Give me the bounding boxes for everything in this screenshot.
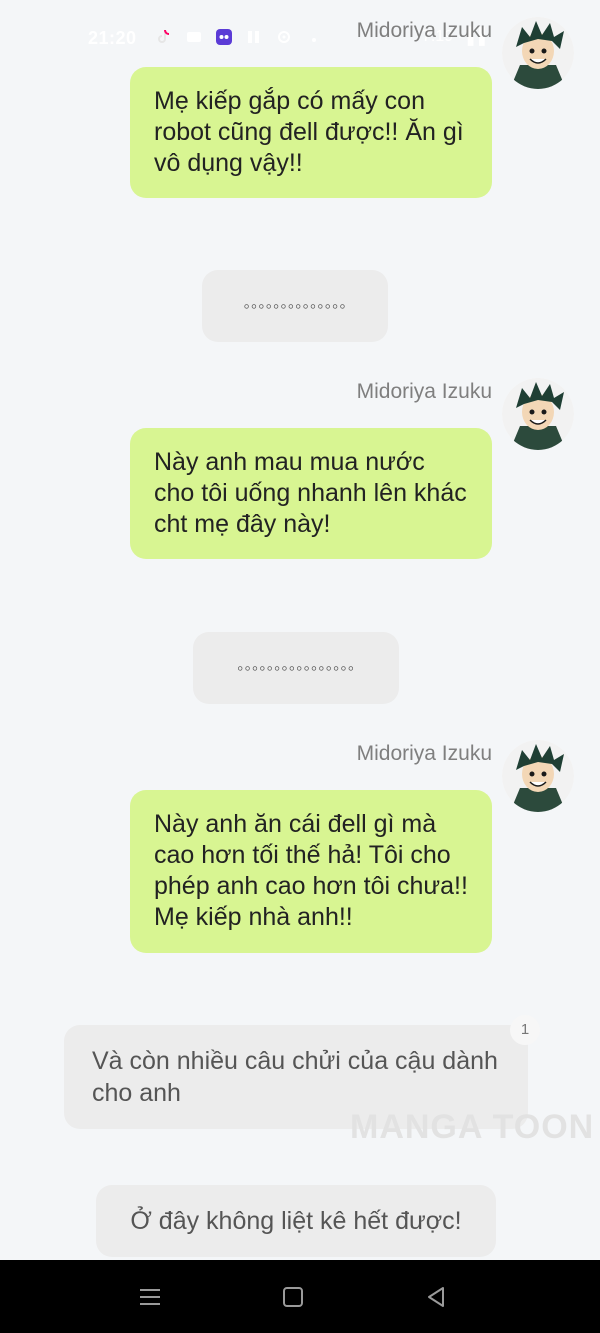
back-icon[interactable] <box>423 1284 449 1310</box>
media-icon <box>187 32 201 42</box>
navigation-bar <box>0 1260 600 1333</box>
dot-icon <box>312 38 316 42</box>
avatar[interactable] <box>502 378 574 450</box>
menu-icon[interactable] <box>137 1284 163 1310</box>
status-time: 21:20 <box>88 28 137 48</box>
narration-bubble: ◦◦◦◦◦◦◦◦◦◦◦◦◦◦◦◦ <box>193 632 399 704</box>
avatar-image <box>502 17 574 89</box>
narration-bubble: ◦◦◦◦◦◦◦◦◦◦◦◦◦◦ <box>202 270 388 342</box>
pause-icon <box>248 31 259 43</box>
sender-name: Midoriya Izuku <box>356 380 492 403</box>
status-icons <box>155 28 323 46</box>
sender-name: Midoriya Izuku <box>356 742 492 765</box>
settings-icon <box>278 31 290 43</box>
avatar-image <box>502 740 574 812</box>
sender-name: Midoriya Izuku <box>356 19 492 42</box>
comment-count-badge[interactable]: 1 <box>510 1015 540 1045</box>
narration-text: Ở đây không liệt kê hết được! <box>130 1207 462 1235</box>
watermark: MANGA TOON <box>350 1108 595 1146</box>
message-bubble[interactable]: Mẹ kiếp gắp có mấy con robot cũng đell đ… <box>130 67 492 198</box>
home-icon[interactable] <box>280 1284 306 1310</box>
avatar[interactable] <box>502 17 574 89</box>
narration-bubble: Ở đây không liệt kê hết được! <box>96 1185 496 1257</box>
message-bubble[interactable]: Này anh mau mua nước cho tôi uống nhanh … <box>130 428 492 559</box>
avatar-image <box>502 378 574 450</box>
narration-text: ◦◦◦◦◦◦◦◦◦◦◦◦◦◦ <box>243 296 347 316</box>
avatar[interactable] <box>502 740 574 812</box>
app-icon <box>216 29 232 45</box>
tiktok-icon <box>158 29 170 43</box>
narration-text: ◦◦◦◦◦◦◦◦◦◦◦◦◦◦◦◦ <box>236 658 356 678</box>
message-bubble[interactable]: Này anh ăn cái đell gì mà cao hơn tối th… <box>130 790 492 953</box>
